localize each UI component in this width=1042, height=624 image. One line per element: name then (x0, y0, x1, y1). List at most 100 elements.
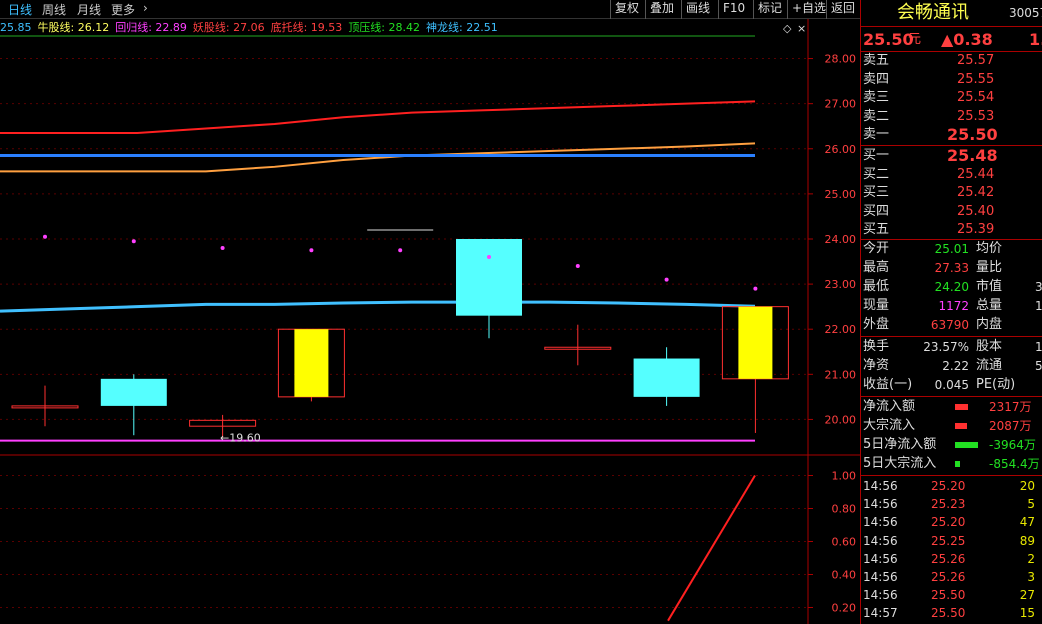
flow-row[interactable]: 5日大宗流入 -854.4万 (861, 455, 1042, 473)
stat-row[interactable]: 换手 23.57% 股本 1 (861, 338, 1042, 356)
ask-label: 卖一 (863, 127, 890, 142)
stat-value: 24.20 (934, 280, 969, 294)
tick-row[interactable]: 14:57 25.50 15 (861, 604, 1042, 622)
signal-dot (575, 264, 580, 269)
tick-time: 14:56 (863, 479, 898, 493)
tick-row[interactable]: 14:56 25.26 3 (861, 568, 1042, 586)
ask-label: 卖三 (863, 90, 890, 105)
price-unit: 元 (908, 32, 922, 47)
overlay-button[interactable]: 叠加 (645, 0, 678, 19)
candle-body[interactable] (456, 238, 522, 316)
tick-volume: 20 (1019, 479, 1035, 493)
stat-row[interactable]: 收益(一) 0.045 PE(动) (861, 376, 1042, 394)
stat-value: 2.22 (942, 359, 969, 373)
bid-price: 25.42 (957, 185, 995, 200)
tick-row[interactable]: 14:56 25.20 47 (861, 513, 1042, 531)
flow-row[interactable]: 5日净流入额 -3964万 (861, 436, 1042, 454)
tick-volume: 47 (1019, 515, 1035, 530)
bid-row[interactable]: 买三 25.42 (861, 184, 1042, 202)
flow-row[interactable]: 大宗流入 2087万 (861, 417, 1042, 435)
close-icon[interactable]: × (797, 22, 806, 35)
flow-row[interactable]: 净流入额 2317万 (861, 398, 1042, 416)
sub-indicator-line (667, 474, 756, 622)
stat-label: 收益(一) (863, 377, 913, 392)
bid-row[interactable]: 买二 25.44 (861, 166, 1042, 184)
flow-value: 2087万 (989, 419, 1032, 433)
tick-row[interactable]: 14:56 25.23 5 (861, 495, 1042, 513)
stat-value: 5 (1035, 359, 1042, 373)
stat-row[interactable]: 现量 1172 总量 1 (861, 297, 1042, 315)
bid-row[interactable]: 买一 25.48 (861, 147, 1042, 165)
stat-value: 3 (1035, 280, 1042, 294)
flow-bar (955, 423, 967, 429)
stat-value: 63790 (930, 318, 969, 332)
y-tick-label: 26.00 (825, 143, 857, 156)
low-annotation: ←19.60 (220, 431, 261, 444)
flow-label: 5日大宗流入 (863, 456, 937, 471)
tab-daily[interactable]: 日线 (8, 1, 32, 18)
sub-y-tick-label: 0.60 (832, 536, 857, 549)
y-tick-label: 24.00 (825, 233, 857, 246)
stat-row[interactable]: 最低 24.20 市值 3 (861, 278, 1042, 296)
y-tick-label: 20.00 (825, 413, 857, 426)
back-button[interactable]: 返回 (826, 0, 859, 19)
stat-value: 1172 (938, 299, 969, 313)
chevron-right-icon[interactable]: › (143, 1, 148, 15)
draw-button[interactable]: 画线 (681, 0, 714, 19)
tick-row[interactable]: 14:56 25.25 89 (861, 532, 1042, 550)
tab-monthly[interactable]: 月线 (77, 1, 101, 18)
tick-time: 14:56 (863, 515, 898, 530)
y-tick-label: 22.00 (825, 323, 857, 336)
current-price: 25.50 (863, 30, 914, 49)
bid-price: 25.39 (957, 222, 995, 237)
signal-dot (43, 234, 47, 239)
tick-volume: 15 (1019, 606, 1035, 621)
diamond-icon[interactable]: ◇ (783, 22, 792, 35)
tick-time: 14:57 (863, 606, 898, 621)
ask-label: 卖二 (863, 108, 890, 124)
mark-button[interactable]: 标记 (753, 0, 786, 19)
ask-row[interactable]: 卖二 25.53 (861, 108, 1042, 126)
bid-price: 25.40 (957, 203, 995, 219)
ask-row[interactable]: 卖三 25.54 (861, 89, 1042, 107)
sub-y-tick-label: 0.80 (832, 503, 857, 516)
stat-label: 市值 (976, 279, 1003, 294)
signal-dot (220, 246, 225, 251)
ask-price: 25.53 (957, 108, 995, 124)
candle-body[interactable] (100, 378, 167, 406)
flow-label: 大宗流入 (863, 418, 916, 433)
bid-row[interactable]: 买五 25.39 (861, 221, 1042, 239)
tab-more[interactable]: 更多 (111, 1, 135, 18)
bid-price: 25.48 (947, 146, 998, 165)
stat-row[interactable]: 外盘 63790 内盘 (861, 316, 1042, 334)
adjust-button[interactable]: 复权 (610, 0, 643, 19)
y-tick-label: 25.00 (825, 188, 857, 201)
ask-row[interactable]: 卖四 25.55 (861, 71, 1042, 89)
sub-y-tick-label: 1.00 (832, 470, 857, 483)
stat-row[interactable]: 净资 2.22 流通 5 (861, 357, 1042, 375)
signal-dot (664, 277, 669, 282)
kline-chart[interactable]: 28.00 27.00 26.00 25.00 24.00 23.00 22.00 21.00… (0, 19, 860, 624)
signal-dot (131, 239, 136, 244)
ask-price: 25.57 (957, 53, 995, 68)
tick-row[interactable]: 14:56 25.50 27 (861, 586, 1042, 604)
stat-row[interactable]: 最高 27.33 量比 (861, 259, 1042, 277)
bid-label: 买一 (863, 148, 890, 163)
stat-row[interactable]: 今开 25.01 均价 (861, 240, 1042, 258)
stat-value: 0.045 (934, 378, 969, 392)
add-watchlist-button[interactable]: +自选 (787, 0, 830, 19)
stat-value: 23.57% (923, 340, 969, 354)
tick-row[interactable]: 14:56 25.20 20 (861, 477, 1042, 495)
tick-volume: 27 (1019, 588, 1035, 603)
tick-row[interactable]: 14:56 25.26 2 (861, 550, 1042, 568)
ask-row[interactable]: 卖一 25.50 (861, 126, 1042, 144)
candle-body[interactable] (633, 358, 700, 397)
ask-row[interactable]: 卖五 25.57 (861, 52, 1042, 70)
bid-row[interactable]: 买四 25.40 (861, 203, 1042, 221)
tick-price: 25.23 (931, 497, 966, 512)
stat-label: 均价 (976, 241, 1003, 256)
tab-weekly[interactable]: 周线 (42, 1, 66, 18)
tick-time: 14:56 (863, 497, 898, 512)
f10-button[interactable]: F10 (718, 0, 749, 19)
tick-price: 25.50 (931, 588, 966, 603)
